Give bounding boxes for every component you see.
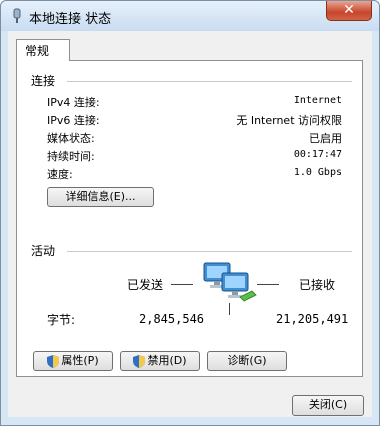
disable-label: 禁用(D) [147,354,187,367]
dialog-client: 常规 连接 IPv4 连接: Internet IPv6 连接: 无 Inter… [8,31,372,417]
sent-line [171,284,193,285]
bytes-received-value: 21,205,491 [276,312,349,326]
close-window-button[interactable]: ✕ [326,1,372,21]
speed-label: 速度: [47,168,73,181]
diagnose-button[interactable]: 诊断(G) [207,351,287,371]
activity-connector [229,303,230,315]
ipv4-label: IPv4 连接: [47,96,100,109]
network-computers-icon [203,262,257,302]
connection-heading: 连接 [31,74,56,88]
window-title: 本地连接 状态 [29,12,112,27]
disable-button[interactable]: 禁用(D) [120,351,200,371]
speed-value: 1.0 Gbps [293,167,342,178]
details-button[interactable]: 详细信息(E)... [47,187,154,207]
duration-value: 00:17:47 [293,149,342,160]
connection-divider [67,81,352,82]
title-bar[interactable]: 本地连接 状态 ✕ [1,1,379,31]
uac-shield-icon [47,354,60,368]
ipv4-value: Internet [293,95,342,106]
ipv6-label: IPv6 连接: [47,114,100,127]
properties-label: 属性(P) [61,354,99,367]
close-button[interactable]: 关闭(C) [292,395,364,416]
uac-shield-icon [133,354,146,368]
activity-divider [67,251,352,252]
received-line [257,284,279,285]
received-label: 已接收 [299,278,336,292]
duration-label: 持续时间: [47,150,95,163]
activity-heading: 活动 [31,244,56,258]
bytes-sent-value: 2,845,546 [139,312,205,326]
media-state-value: 已启用 [309,132,342,145]
tab-panel: 连接 IPv4 连接: Internet IPv6 连接: 无 Internet… [16,60,363,377]
bytes-label: 字节: [47,313,76,327]
sent-label: 已发送 [127,278,164,292]
tab-general[interactable]: 常规 [16,39,70,61]
media-state-label: 媒体状态: [47,132,95,145]
properties-button[interactable]: 属性(P) [33,351,113,371]
network-adapter-icon [13,8,21,23]
ipv6-value: 无 Internet 访问权限 [236,114,342,127]
status-window: 本地连接 状态 ✕ 常规 连接 IPv4 连接: Internet IPv6 连… [0,0,380,426]
